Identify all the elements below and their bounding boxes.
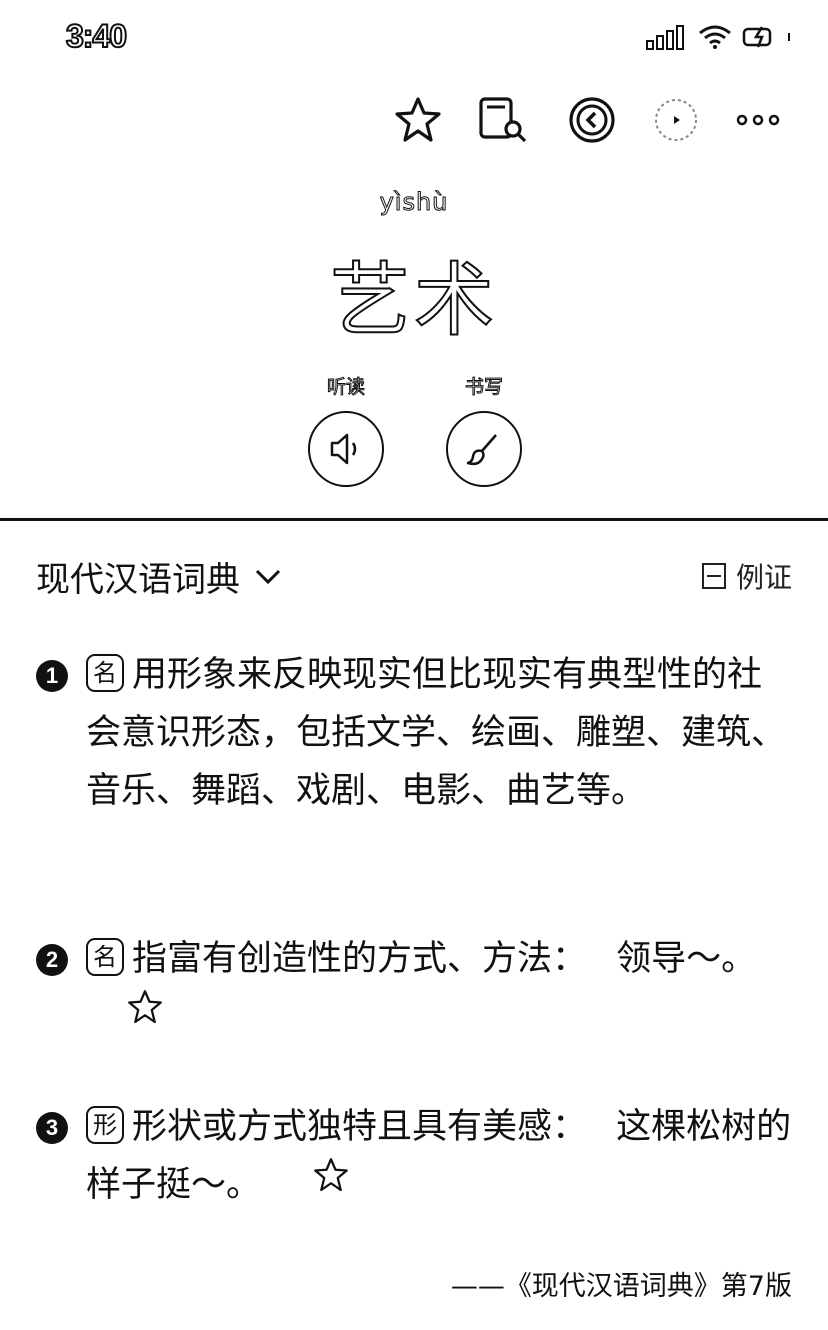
listen-label: 听读 xyxy=(326,376,365,399)
example-label: 例证 xyxy=(735,561,792,594)
dictionary-name: 现代汉语词典 xyxy=(36,560,240,600)
star-icon xyxy=(314,1158,349,1192)
dictionary-header: 现代汉语词典 例证 xyxy=(36,552,792,602)
definition-1: 1 名用形象来反映现实但比现实有典型性的社会意识形态，包括文学、绘画、雕塑、建筑… xyxy=(36,646,796,820)
definition-number: 3 xyxy=(36,1112,68,1144)
write-label: 书写 xyxy=(464,376,503,399)
example-toggle[interactable]: 例证 xyxy=(701,556,792,596)
definition-text: 用形象来反映现实但比现实有典型性的社会意识形态，包括文学、绘画、雕塑、建筑、音乐… xyxy=(86,655,787,811)
definition-text: 形状或方式独特且具有美感： xyxy=(132,1107,588,1147)
wifi-icon xyxy=(699,25,731,49)
write-button[interactable] xyxy=(446,411,522,487)
definition-2: 2 名指富有创造性的方式、方法： 领导～。 xyxy=(36,930,796,1047)
dictionary-selector[interactable]: 现代汉语词典 xyxy=(36,552,282,601)
definition-number: 1 xyxy=(36,660,68,692)
pos-badge: 名 xyxy=(86,938,124,976)
signal-icon xyxy=(646,25,684,50)
back-button[interactable] xyxy=(564,92,620,148)
status-time: 3:40 xyxy=(65,17,128,55)
example-text: 领导～。 xyxy=(616,939,757,979)
favorite-example-button[interactable] xyxy=(312,1153,350,1211)
star-icon xyxy=(395,97,441,142)
back-icon xyxy=(569,97,615,143)
definition-text: 指富有创造性的方式、方法： xyxy=(132,939,588,979)
brush-icon xyxy=(466,434,497,466)
headword: 艺术 xyxy=(329,253,498,348)
search-book-icon xyxy=(479,97,527,143)
play-icon xyxy=(655,99,697,141)
listen-button[interactable] xyxy=(308,411,384,487)
favorite-button[interactable] xyxy=(390,92,446,148)
pos-badge: 名 xyxy=(86,654,124,692)
more-icon xyxy=(736,114,780,126)
play-button[interactable] xyxy=(648,92,704,148)
more-button[interactable] xyxy=(730,92,786,148)
section-divider xyxy=(0,518,828,521)
headword-pinyin: yìshù xyxy=(379,188,449,217)
status-icons xyxy=(646,24,792,50)
write-action[interactable]: 书写 xyxy=(444,372,524,487)
top-toolbar xyxy=(0,92,828,148)
listen-action[interactable]: 听读 xyxy=(306,372,386,487)
speaker-icon xyxy=(330,433,357,465)
favorite-example-button[interactable] xyxy=(126,985,164,1043)
search-book-button[interactable] xyxy=(474,92,530,148)
pos-badge: 形 xyxy=(86,1106,124,1144)
chevron-down-icon xyxy=(255,569,281,584)
star-icon xyxy=(128,990,162,1024)
example-checkbox-icon xyxy=(701,563,726,589)
status-bar: 3:40 xyxy=(0,0,828,70)
battery-icon xyxy=(742,26,790,48)
definition-number: 2 xyxy=(36,944,68,976)
definition-3: 3 形形状或方式独特且具有美感： 这棵松树的样子挺～。 xyxy=(36,1098,796,1215)
source-citation: ——《现代汉语词典》第7版 xyxy=(450,1271,792,1302)
